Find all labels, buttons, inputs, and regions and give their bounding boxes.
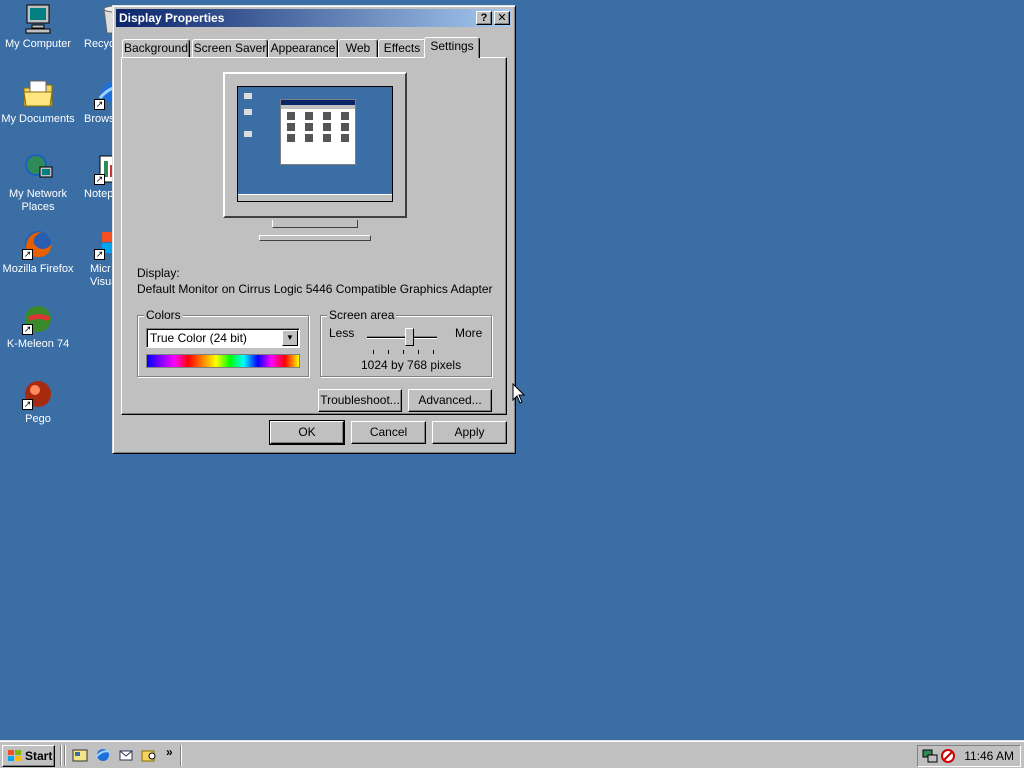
internet-explorer-icon[interactable] — [95, 747, 111, 763]
desktop-icon-network-places[interactable]: My Network Places — [0, 153, 76, 214]
monitor-base — [259, 235, 371, 241]
display-properties-window: Display Properties ? ✕ Background Screen… — [112, 5, 516, 454]
firefox-icon: ↗ — [22, 228, 54, 260]
shortcut-arrow-icon: ↗ — [22, 324, 33, 335]
folder-search-icon[interactable] — [141, 747, 157, 763]
screen-area-slider-track[interactable] — [367, 336, 437, 339]
tab-screen-saver[interactable]: Screen Saver — [192, 39, 268, 57]
window-title: Display Properties — [119, 11, 225, 25]
title-bar[interactable]: Display Properties ? ✕ — [116, 9, 512, 27]
settings-panel: Display: Default Monitor on Cirrus Logic… — [121, 57, 507, 415]
apply-button[interactable]: Apply — [432, 421, 507, 444]
ok-button[interactable]: OK — [269, 420, 345, 445]
chevron-down-icon[interactable]: ▼ — [282, 330, 298, 346]
shortcut-arrow-icon: ↗ — [22, 399, 33, 410]
desktop-icon-label: My Documents — [1, 113, 75, 125]
desktop-icon-my-computer[interactable]: My Computer — [0, 3, 76, 51]
desktop-icon-pego[interactable]: ↗ Pego — [0, 378, 76, 426]
shortcut-arrow-icon: ↗ — [94, 249, 105, 260]
colors-group: Colors True Color (24 bit) ▼ — [137, 308, 309, 377]
color-spectrum-bar — [146, 354, 300, 368]
help-button[interactable]: ? — [476, 11, 492, 25]
desktop-icon-k-meleon[interactable]: ↗ K-Meleon 74 — [0, 303, 76, 351]
desktop-icon-label: K-Meleon 74 — [6, 338, 70, 350]
preview-window — [280, 99, 356, 165]
colors-selected-value: True Color (24 bit) — [150, 331, 247, 345]
network-places-icon — [22, 153, 54, 185]
tab-background[interactable]: Background — [122, 39, 190, 57]
system-tray: 11:46 AM — [917, 745, 1021, 767]
tab-web[interactable]: Web — [338, 39, 378, 57]
taskbar: Start » 11:46 AM — [0, 740, 1024, 768]
tab-appearance[interactable]: Appearance — [268, 39, 338, 57]
network-tray-icon[interactable] — [922, 748, 938, 764]
shortcut-arrow-icon: ↗ — [94, 174, 105, 185]
monitor-stand — [272, 220, 358, 228]
display-value: Default Monitor on Cirrus Logic 5446 Com… — [137, 282, 493, 296]
start-button[interactable]: Start — [2, 745, 55, 767]
monitor-preview — [223, 72, 407, 218]
taskbar-clock[interactable]: 11:46 AM — [964, 749, 1014, 763]
desktop-icon-label: My Computer — [4, 38, 72, 50]
cancel-button[interactable]: Cancel — [351, 421, 426, 444]
close-button[interactable]: ✕ — [494, 11, 510, 25]
screen-area-group: Screen area Less More 1024 by 768 pixels — [320, 308, 492, 377]
troubleshoot-button[interactable]: Troubleshoot... — [318, 389, 402, 412]
screen-area-group-title: Screen area — [327, 308, 397, 322]
colors-dropdown[interactable]: True Color (24 bit) ▼ — [146, 328, 300, 348]
quick-launch-more-icon[interactable]: » — [166, 745, 173, 759]
start-label: Start — [25, 749, 53, 763]
my-documents-icon — [22, 78, 54, 110]
advanced-button[interactable]: Advanced... — [408, 389, 492, 412]
screen-area-slider-thumb[interactable] — [405, 328, 414, 346]
desktop-icon-my-documents[interactable]: My Documents — [0, 78, 76, 126]
slider-more-label: More — [455, 326, 483, 340]
k-meleon-icon: ↗ — [22, 303, 54, 335]
screen-resolution-value: 1024 by 768 pixels — [361, 358, 462, 372]
tab-effects[interactable]: Effects — [378, 39, 426, 57]
colors-group-title: Colors — [144, 308, 183, 322]
preview-taskbar — [238, 194, 392, 201]
monitor-screen-preview — [237, 86, 393, 202]
tab-settings[interactable]: Settings — [424, 37, 480, 58]
desktop-icon-label: My Network Places — [8, 188, 68, 213]
slider-less-label: Less — [329, 326, 355, 340]
shortcut-arrow-icon: ↗ — [94, 99, 105, 110]
pego-icon: ↗ — [22, 378, 54, 410]
my-computer-icon — [22, 3, 54, 35]
desktop-icon-firefox[interactable]: ↗ Mozilla Firefox — [0, 228, 76, 276]
volume-tray-icon[interactable] — [940, 748, 956, 764]
show-desktop-icon[interactable] — [72, 747, 88, 763]
windows-logo-icon — [8, 750, 21, 761]
desktop-icon-label: Mozilla Firefox — [2, 263, 74, 275]
mouse-cursor-icon — [512, 383, 526, 404]
shortcut-arrow-icon: ↗ — [22, 249, 33, 260]
outlook-express-icon[interactable] — [118, 747, 134, 763]
desktop-icon-label: Pego — [25, 413, 51, 425]
display-label: Display: — [137, 266, 180, 280]
